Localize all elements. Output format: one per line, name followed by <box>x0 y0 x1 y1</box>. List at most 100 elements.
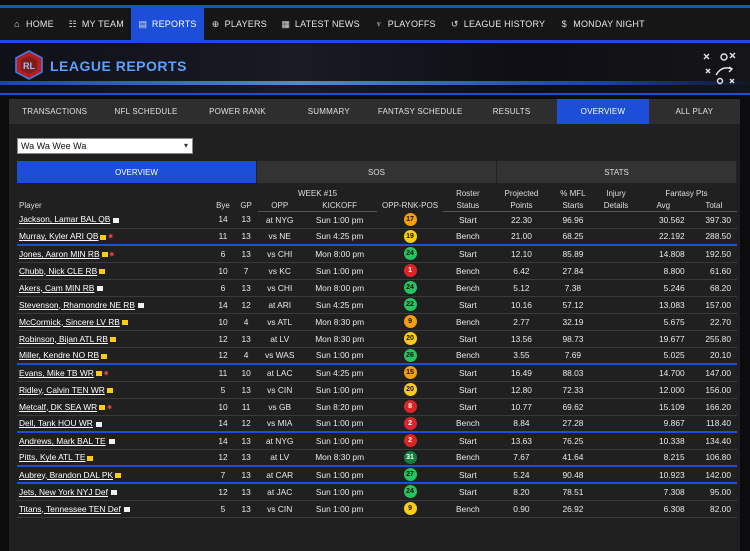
note-icon[interactable] <box>123 506 130 512</box>
player-link[interactable]: Pitts, Kyle ATL TE <box>19 452 85 462</box>
projected-cell: 3.55 <box>493 347 550 365</box>
player-link[interactable]: Evans, Mike TB WR <box>19 368 94 378</box>
projected-cell: 13.63 <box>493 432 550 450</box>
nav-item-playoffs[interactable]: ♆ PLAYOFFS <box>367 8 443 40</box>
view-tab-overview[interactable]: OVERVIEW <box>17 161 257 183</box>
tab-results[interactable]: RESULTS <box>466 99 557 124</box>
col-player[interactable]: Player <box>17 187 211 211</box>
alert-burst-icon[interactable]: ✷ <box>109 250 116 259</box>
player-cell: Akers, Cam MIN RB <box>17 279 212 297</box>
player-link[interactable]: Murray, Kyler ARI QB <box>19 231 98 241</box>
nav-item-latest-news[interactable]: ▦ LATEST NEWS <box>274 8 367 40</box>
playbook-icon <box>703 52 736 85</box>
col-kickoff[interactable]: KICKOFF <box>301 199 378 212</box>
view-tab-stats[interactable]: STATS <box>497 161 737 183</box>
report-subtabs: TRANSACTIONS NFL SCHEDULE POWER RANK SUMMAR… <box>9 99 740 124</box>
news-flag-icon[interactable] <box>95 371 102 377</box>
kickoff-cell: Sun 1:00 pm <box>301 347 378 365</box>
player-link[interactable]: Ridley, Calvin TEN WR <box>19 385 105 395</box>
col-injury[interactable]: Injury <box>596 187 636 199</box>
news-flag-icon[interactable] <box>99 268 106 274</box>
news-flag-icon[interactable] <box>106 387 113 393</box>
table-row: Chubb, Nick CLE RB 10 7 vs KC Sun 1:00 pm 1 Be… <box>17 262 737 280</box>
tab-transactions[interactable]: TRANSACTIONS <box>9 99 100 124</box>
alert-burst-icon[interactable]: ✷ <box>103 369 110 378</box>
tab-power-rank[interactable]: POWER RANK <box>192 99 283 124</box>
injury-cell <box>596 449 636 467</box>
total-cell: 397.30 <box>690 211 737 229</box>
table-row: Stevenson, Rhamondre NE RB 14 12 at ARI Sun … <box>17 296 737 314</box>
rank-cell: 20 <box>377 330 443 348</box>
alert-burst-icon[interactable]: ✷ <box>106 403 113 412</box>
player-link[interactable]: Titans, Tennessee TEN Def <box>19 504 121 514</box>
note-icon[interactable] <box>97 285 104 291</box>
rank-cell: 15 <box>377 364 443 382</box>
league-logo-icon: RL <box>15 50 43 80</box>
col-bye[interactable]: Bye <box>211 187 234 211</box>
team-select[interactable]: Wa Wa Wee Wa ▾ <box>17 138 193 154</box>
nav-item-monday-night[interactable]: $ MONDAY NIGHT <box>552 8 652 40</box>
opp-cell: at NYG <box>257 432 302 450</box>
status-cell: Bench <box>442 415 494 433</box>
player-link[interactable]: Stevenson, Rhamondre NE RB <box>19 300 135 310</box>
kickoff-cell: Sun 1:00 pm <box>301 262 378 280</box>
col-avg[interactable]: Avg <box>635 199 691 212</box>
tab-nfl-schedule[interactable]: NFL SCHEDULE <box>100 99 191 124</box>
nav-item-reports[interactable]: ▤ REPORTS <box>130 8 204 40</box>
news-flag-icon[interactable] <box>101 353 108 359</box>
news-flag-icon[interactable] <box>100 234 107 240</box>
nav-item-label: PLAYERS <box>224 19 267 29</box>
total-cell: 106.80 <box>690 449 737 467</box>
nav-item-my-team[interactable]: ☷ MY TEAM <box>61 8 131 40</box>
player-cell: Jackson, Lamar BAL QB <box>17 211 212 229</box>
total-cell: 192.50 <box>690 245 737 263</box>
player-link[interactable]: Miller, Kendre NO RB <box>19 350 99 360</box>
col-mfl[interactable]: % MFL <box>550 187 596 199</box>
injury-cell <box>596 415 636 433</box>
col-total[interactable]: Total <box>690 199 737 212</box>
note-icon[interactable] <box>95 421 102 427</box>
news-flag-icon[interactable] <box>101 252 108 258</box>
player-link[interactable]: Jones, Aaron MIN RB <box>19 249 100 259</box>
tab-all-play[interactable]: ALL PLAY <box>649 99 740 124</box>
col-rank[interactable]: OPP-RNK-POS <box>377 187 442 211</box>
col-roster[interactable]: Roster <box>443 187 493 199</box>
player-link[interactable]: Aubrey, Brandon DAL PK <box>19 470 113 480</box>
nav-item-league-history[interactable]: ↺ LEAGUE HISTORY <box>443 8 553 40</box>
col-opp[interactable]: OPP <box>257 199 302 212</box>
news-flag-icon[interactable] <box>121 319 128 325</box>
tab-fantasy-schedule[interactable]: FANTASY SCHEDULE <box>375 99 466 124</box>
news-flag-icon[interactable] <box>109 336 116 342</box>
player-link[interactable]: Chubb, Nick CLE RB <box>19 266 97 276</box>
player-link[interactable]: Akers, Cam MIN RB <box>19 283 94 293</box>
kickoff-cell: Sun 8:20 pm <box>301 398 378 416</box>
avg-cell: 19.677 <box>635 330 691 348</box>
news-flag-icon[interactable] <box>115 472 122 478</box>
note-icon[interactable] <box>137 302 144 308</box>
player-link[interactable]: Andrews, Mark BAL TE <box>19 436 106 446</box>
view-tab-sos[interactable]: SOS <box>257 161 497 183</box>
news-flag-icon[interactable] <box>87 455 94 461</box>
player-link[interactable]: Jets, New York NYJ Def <box>19 487 108 497</box>
opp-cell: vs CIN <box>257 500 302 518</box>
note-icon[interactable] <box>108 439 115 445</box>
news-flag-icon[interactable] <box>99 404 106 410</box>
injury-cell <box>596 228 636 246</box>
alert-burst-icon[interactable]: ✷ <box>107 232 114 241</box>
nav-item-players[interactable]: ⊕ PLAYERS <box>204 8 274 40</box>
note-icon[interactable] <box>113 217 120 223</box>
player-link[interactable]: Metcalf, DK SEA WR <box>19 402 97 412</box>
col-gp[interactable]: GP <box>235 187 258 211</box>
tab-summary[interactable]: SUMMARY <box>283 99 374 124</box>
player-link[interactable]: Robinson, Bijan ATL RB <box>19 334 108 344</box>
col-projected[interactable]: Projected <box>493 187 550 199</box>
player-link[interactable]: Dell, Tank HOU WR <box>19 418 93 428</box>
player-link[interactable]: McCormick, Sincere LV RB <box>19 317 120 327</box>
projected-cell: 0.90 <box>493 500 550 518</box>
player-link[interactable]: Jackson, Lamar BAL QB <box>19 214 110 224</box>
note-icon[interactable] <box>110 490 117 496</box>
opp-cell: vs CIN <box>257 381 302 399</box>
nav-item-home[interactable]: ⌂ HOME <box>5 8 61 40</box>
kickoff-cell: Sun 1:00 pm <box>301 432 378 450</box>
tab-overview[interactable]: OVERVIEW <box>557 99 649 124</box>
